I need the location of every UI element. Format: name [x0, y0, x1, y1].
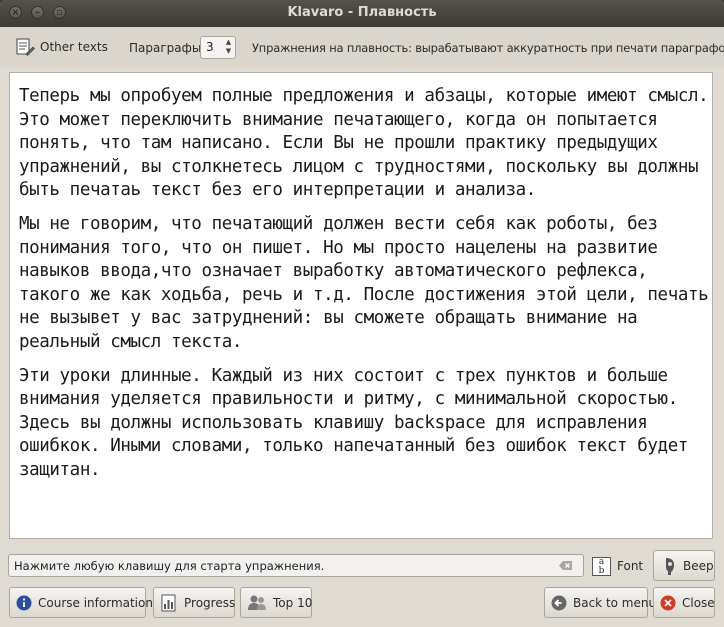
close-label: Close [682, 595, 715, 610]
spin-arrows[interactable]: ▲ ▼ [224, 38, 233, 57]
other-texts-button[interactable]: Other texts [10, 35, 115, 59]
top10-label: Top 10 [273, 595, 313, 610]
lesson-text: Теперь мы опробуем полные предложения и … [19, 85, 709, 493]
course-information-label: Course information [38, 595, 153, 610]
back-arrow-icon [551, 595, 567, 611]
progress-label: Progress [184, 595, 236, 610]
clear-icon[interactable] [559, 559, 573, 572]
font-icon: ab [592, 556, 611, 576]
lesson-paragraph: Эти уроки длинные. Каждый из них состоит… [19, 365, 688, 480]
spin-up-icon[interactable]: ▲ [224, 38, 233, 47]
lesson-paragraph: Мы не говорим, что печатающий должен вес… [19, 213, 709, 352]
lesson-paragraph: Теперь мы опробуем полные предложения и … [19, 86, 709, 201]
info-icon [16, 595, 32, 611]
font-label: Font [617, 559, 644, 573]
back-to-menu-label: Back to menu [573, 595, 657, 610]
exercise-description: Упражнения на плавность: вырабатывают ак… [252, 41, 724, 55]
lesson-text-area[interactable]: Теперь мы опробуем полные предложения и … [9, 72, 713, 539]
back-to-menu-button[interactable]: Back to menu [544, 587, 656, 618]
top10-button[interactable]: Top 10 [240, 587, 312, 618]
window-title: Klavaro - Плавность [287, 5, 437, 20]
typing-input[interactable]: Нажмите любую клавишу для старта упражне… [8, 554, 584, 577]
typing-input-text: Нажмите любую клавишу для старта упражне… [14, 559, 325, 573]
beep-label: Beep [683, 558, 714, 573]
toolbar: Other texts Параграфы: 3 ▲ ▼ Упражнения … [0, 27, 724, 68]
document-edit-icon [15, 37, 35, 57]
klavaro-window: × – ▫ Klavaro - Плавность Other texts Па… [0, 0, 724, 627]
users-icon [247, 594, 267, 612]
title-bar: × – ▫ Klavaro - Плавность [0, 0, 724, 27]
beep-icon [662, 556, 678, 576]
course-information-button[interactable]: Course information [9, 587, 153, 618]
progress-button[interactable]: Progress [153, 587, 235, 618]
beep-button[interactable]: Beep [653, 550, 715, 581]
progress-chart-icon [160, 594, 178, 612]
paragraphs-value: 3 [206, 40, 214, 54]
paragraphs-label: Параграфы: [129, 41, 206, 55]
font-button[interactable]: ab Font [592, 553, 648, 579]
other-texts-label: Other texts [40, 40, 108, 54]
paragraphs-spinbox[interactable]: 3 ▲ ▼ [200, 36, 236, 59]
spin-down-icon[interactable]: ▼ [224, 47, 233, 56]
close-circle-icon [660, 595, 676, 611]
close-button[interactable]: Close [653, 587, 715, 618]
